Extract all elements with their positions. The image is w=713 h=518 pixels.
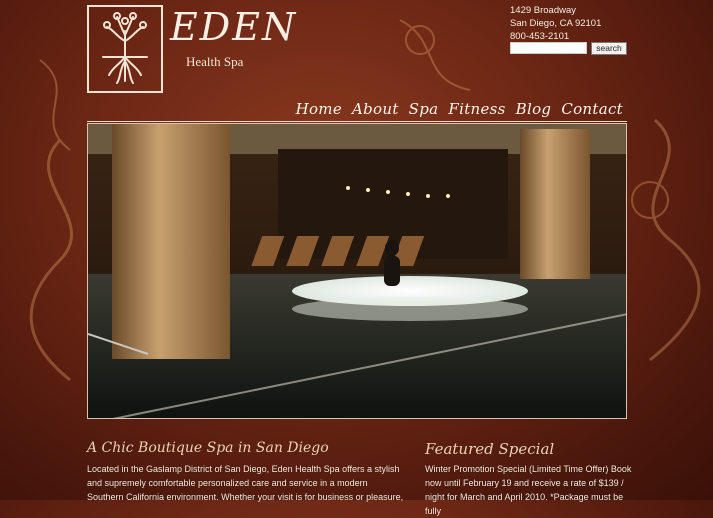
nav-divider <box>87 121 627 122</box>
city-address: San Diego, CA 92101 <box>510 18 602 29</box>
nav-spa[interactable]: Spa <box>409 100 439 118</box>
nav-about[interactable]: About <box>352 100 399 118</box>
nav-fitness[interactable]: Fitness <box>448 100 505 118</box>
nav-contact[interactable]: Contact <box>561 100 623 118</box>
logo-tree-icon[interactable] <box>87 5 163 93</box>
featured-text: Winter Promotion Special (Limited Time O… <box>425 462 635 518</box>
intro-line: Located in the Gaslamp District of San D… <box>87 464 400 474</box>
hero-image-spa-pool <box>87 123 627 419</box>
intro-line: Southern California environment. Whether… <box>87 492 404 502</box>
intro-title: A Chic Boutique Spa in San Diego <box>87 440 329 456</box>
contact-info: 1429 Broadway San Diego, CA 92101 800-45… <box>510 4 601 43</box>
tree-icon <box>102 12 148 84</box>
featured-title: Featured Special <box>425 440 555 458</box>
featured-line: Winter Promotion Special (Limited Time O… <box>425 464 632 474</box>
brand-subtitle: Health Spa <box>186 54 244 69</box>
featured-line: now until February 19 and receive a rate… <box>425 478 624 488</box>
nav-blog[interactable]: Blog <box>516 100 552 118</box>
intro-line: and supremely comfortable personalized c… <box>87 478 368 488</box>
brand-name[interactable]: EDEN <box>170 8 297 46</box>
street-address: 1429 Broadway <box>510 5 577 16</box>
nav-home[interactable]: Home <box>296 100 342 118</box>
intro-text: Located in the Gaslamp District of San D… <box>87 462 407 504</box>
search-button[interactable]: search <box>591 42 627 55</box>
main-nav: Home About Spa Fitness Blog Contact <box>296 100 623 118</box>
search-input[interactable] <box>510 42 587 54</box>
featured-line: night for March and April 2010. *Package… <box>425 492 624 516</box>
